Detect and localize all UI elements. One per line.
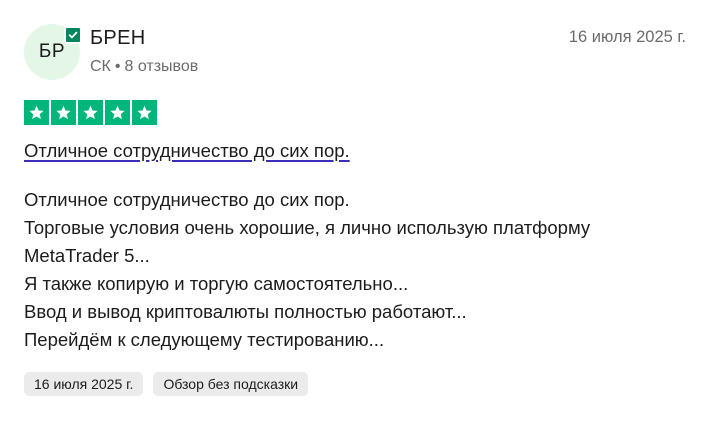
star-icon: [132, 100, 157, 125]
reviewer-review-count[interactable]: 8 отзывов: [124, 58, 198, 75]
review-card: БР БРЕН СК • 8 отзывов 16 июля 2025 г. Отл…: [24, 24, 688, 404]
review-tags: 16 июля 2025 г. Обзор без подсказки: [24, 372, 309, 396]
experience-date-tag: 16 июля 2025 г.: [24, 372, 144, 396]
review-body-line: Ввод и вывод криптовалюты полностью рабо…: [24, 301, 467, 322]
review-body: Отличное сотрудничество до сих пор. Торго…: [24, 186, 688, 354]
avatar-initials: БР: [38, 41, 66, 62]
review-body-line: Торговые условия очень хорошие, я лично …: [24, 217, 591, 238]
star-icon: [51, 100, 76, 125]
review-body-line: Я также копирую и торгую самостоятельно.…: [24, 273, 409, 294]
reviewer-country: СК: [90, 58, 111, 75]
review-body-line: MetaTrader 5...: [24, 245, 150, 266]
meta-separator: •: [114, 58, 121, 75]
star-icon: [78, 100, 103, 125]
check-badge-icon: [64, 26, 82, 44]
star-icon: [105, 100, 130, 125]
star-rating: [24, 100, 157, 125]
review-date: 16 июля 2025 г.: [568, 28, 686, 46]
review-title-link[interactable]: Отличное сотрудничество до сих пор.: [24, 140, 350, 162]
reviewer-meta: СК • 8 отзывов: [90, 58, 198, 76]
review-body-line: Перейдём к следующему тестированию...: [24, 329, 385, 350]
review-body-line: Отличное сотрудничество до сих пор.: [24, 189, 350, 210]
star-icon: [24, 100, 49, 125]
reviewer-name[interactable]: БРЕН: [90, 27, 145, 50]
review-source-tag: Обзор без подсказки: [153, 372, 309, 396]
